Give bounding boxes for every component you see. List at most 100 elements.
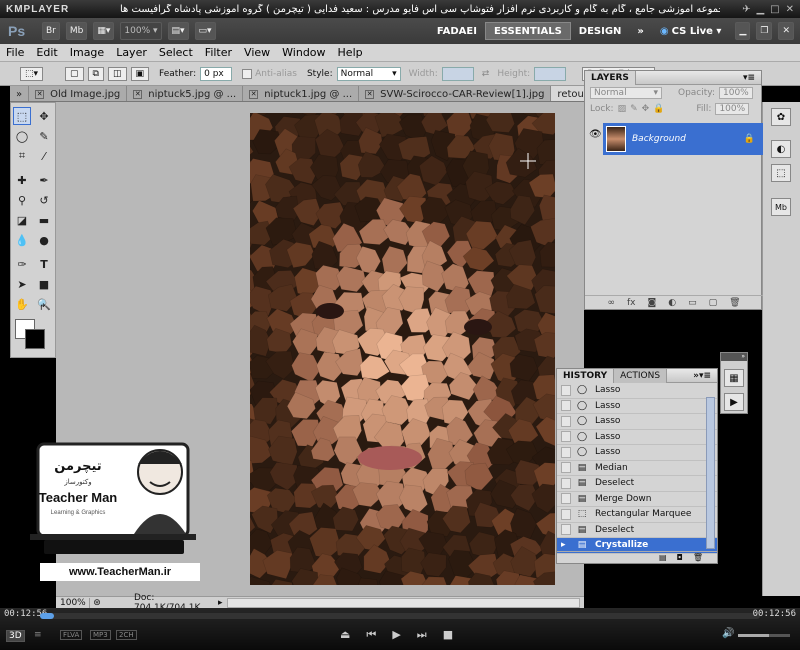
- history-state[interactable]: ▤ Median: [557, 461, 717, 476]
- snapshot-doc-icon[interactable]: ▤: [659, 553, 667, 562]
- new-group-icon[interactable]: ▭: [688, 298, 697, 308]
- history-source-checkbox[interactable]: [561, 384, 571, 396]
- swap-icon[interactable]: ⇄: [482, 69, 490, 79]
- adjustment-layer-icon[interactable]: ◐: [668, 298, 676, 308]
- link-layers-icon[interactable]: ∞: [607, 298, 615, 308]
- tab-overflow[interactable]: »: [10, 86, 30, 101]
- add-selection-icon[interactable]: ⧉: [87, 66, 104, 81]
- history-source-checkbox[interactable]: ▸: [561, 540, 571, 551]
- opacity-input[interactable]: 100%: [719, 87, 753, 99]
- rectangular-marquee-tool-icon[interactable]: ⬚: [13, 107, 31, 125]
- horizontal-scrollbar[interactable]: [226, 597, 580, 608]
- history-state[interactable]: ▤ Merge Down: [557, 492, 717, 507]
- history-source-checkbox[interactable]: [561, 431, 571, 443]
- dodge-tool-icon[interactable]: ●: [35, 231, 53, 249]
- type-tool-icon[interactable]: T: [35, 255, 53, 273]
- menu-edit[interactable]: Edit: [30, 46, 63, 59]
- layer-visibility-eye-icon[interactable]: 👁: [589, 129, 602, 140]
- volume-icon[interactable]: 🔊: [722, 628, 734, 639]
- menu-select[interactable]: Select: [153, 46, 199, 59]
- crop-tool-icon[interactable]: ⌗: [13, 147, 31, 165]
- path-selection-tool-icon[interactable]: ➤: [13, 275, 31, 293]
- history-state[interactable]: ◯ Lasso: [557, 399, 717, 414]
- history-state[interactable]: ▤ Deselect: [557, 523, 717, 538]
- new-selection-icon[interactable]: ▢: [65, 66, 84, 81]
- bridge-button[interactable]: Br: [42, 22, 60, 40]
- history-source-checkbox[interactable]: [561, 400, 571, 412]
- close-tab-icon[interactable]: ✕: [133, 89, 143, 99]
- workspace-essentials[interactable]: ESSENTIALS: [484, 22, 571, 40]
- tab-scirocco[interactable]: ✕ SVW-Scirocco-CAR-Review[1].jpg: [359, 86, 552, 101]
- arrange-button[interactable]: ▤▾: [167, 22, 189, 40]
- eject-icon[interactable]: ⏏: [340, 628, 350, 642]
- panel-menu-icon[interactable]: ▾≡: [743, 73, 761, 83]
- panel-menu-icon[interactable]: »▾≡: [693, 371, 717, 381]
- fill-input[interactable]: 100%: [715, 103, 750, 115]
- history-tab[interactable]: HISTORY: [557, 368, 615, 383]
- clone-stamp-tool-icon[interactable]: ⚲: [13, 191, 31, 209]
- hand-tool-icon[interactable]: ✋: [13, 295, 31, 313]
- lock-position-icon[interactable]: ✥: [642, 104, 650, 114]
- blend-mode-select[interactable]: Normal ▾: [590, 87, 662, 99]
- ps-close-button[interactable]: ✕: [778, 22, 794, 40]
- camera-icon[interactable]: ◘: [677, 553, 683, 562]
- zoom-level[interactable]: 100%: [56, 597, 90, 608]
- eraser-tool-icon[interactable]: ◪: [13, 211, 31, 229]
- history-source-checkbox[interactable]: [561, 446, 571, 458]
- new-layer-icon[interactable]: ▢: [709, 298, 718, 308]
- delete-layer-icon[interactable]: 🗑: [729, 298, 740, 308]
- quick-selection-tool-icon[interactable]: ✎: [35, 127, 53, 145]
- next-icon[interactable]: ⏭: [417, 628, 427, 642]
- close-icon[interactable]: ✕: [786, 4, 794, 15]
- document-canvas[interactable]: [250, 113, 555, 585]
- history-state[interactable]: ⬚ Rectangular Marquee: [557, 507, 717, 523]
- playlist-icon[interactable]: ≡: [34, 630, 42, 640]
- style-select[interactable]: Normal ▾: [336, 66, 401, 81]
- seek-bar[interactable]: [40, 613, 760, 619]
- menu-image[interactable]: Image: [64, 46, 110, 59]
- move-tool-icon[interactable]: ✥: [35, 107, 53, 125]
- tab-niptuck5[interactable]: ✕ niptuck5.jpg @ ...: [127, 86, 244, 101]
- menu-filter[interactable]: Filter: [199, 46, 238, 59]
- play-icon[interactable]: ▶: [392, 628, 400, 642]
- minibridge-icon[interactable]: Mb: [771, 198, 791, 216]
- ps-restore-button[interactable]: ❐: [756, 22, 773, 40]
- close-tab-icon[interactable]: ✕: [365, 89, 375, 99]
- history-source-checkbox[interactable]: [561, 524, 571, 536]
- swap-colors-icon[interactable]: ↱: [39, 303, 47, 313]
- workspace-design[interactable]: DESIGN: [571, 22, 630, 40]
- minibridge-button[interactable]: Mb: [65, 22, 88, 40]
- ps-minimize-button[interactable]: ▁: [735, 22, 751, 40]
- 3d-badge[interactable]: 3D: [6, 630, 25, 642]
- antialias-checkbox[interactable]: [242, 68, 253, 79]
- menu-window[interactable]: Window: [276, 46, 331, 59]
- stop-icon[interactable]: ■: [443, 628, 453, 642]
- pin-icon[interactable]: ✈: [742, 4, 750, 15]
- masks-icon[interactable]: ⬚: [771, 164, 791, 182]
- menu-file[interactable]: File: [0, 46, 30, 59]
- gradient-tool-icon[interactable]: ▬: [35, 211, 53, 229]
- play-action-icon[interactable]: ▶: [724, 393, 744, 411]
- add-mask-icon[interactable]: ◙: [647, 298, 656, 308]
- actions-panel-icon[interactable]: ▦: [724, 369, 744, 387]
- lock-image-icon[interactable]: ✎: [630, 104, 638, 114]
- menu-help[interactable]: Help: [332, 46, 369, 59]
- delete-state-icon[interactable]: 🗑: [693, 553, 703, 562]
- brush-tool-icon[interactable]: ✒: [35, 171, 53, 189]
- layers-tab[interactable]: LAYERS: [585, 70, 636, 85]
- feather-input[interactable]: 0 px: [200, 66, 233, 81]
- subtract-selection-icon[interactable]: ◫: [107, 66, 127, 81]
- maximize-icon[interactable]: □: [770, 4, 779, 15]
- menu-layer[interactable]: Layer: [110, 46, 153, 59]
- pen-tool-icon[interactable]: ✑: [13, 255, 31, 273]
- width-input[interactable]: [441, 66, 474, 81]
- lasso-tool-icon[interactable]: ◯: [13, 127, 31, 145]
- history-source-checkbox[interactable]: [561, 415, 571, 427]
- tab-old-image[interactable]: ✕ Old Image.jpg: [29, 86, 128, 101]
- history-state[interactable]: ◯ Lasso: [557, 445, 717, 461]
- history-source-checkbox[interactable]: [561, 508, 571, 520]
- tab-niptuck1[interactable]: ✕ niptuck1.jpg @ ...: [243, 86, 360, 101]
- zoom-select[interactable]: 100% ▾: [120, 22, 162, 40]
- history-brush-tool-icon[interactable]: ↺: [35, 191, 53, 209]
- history-source-checkbox[interactable]: [561, 493, 571, 505]
